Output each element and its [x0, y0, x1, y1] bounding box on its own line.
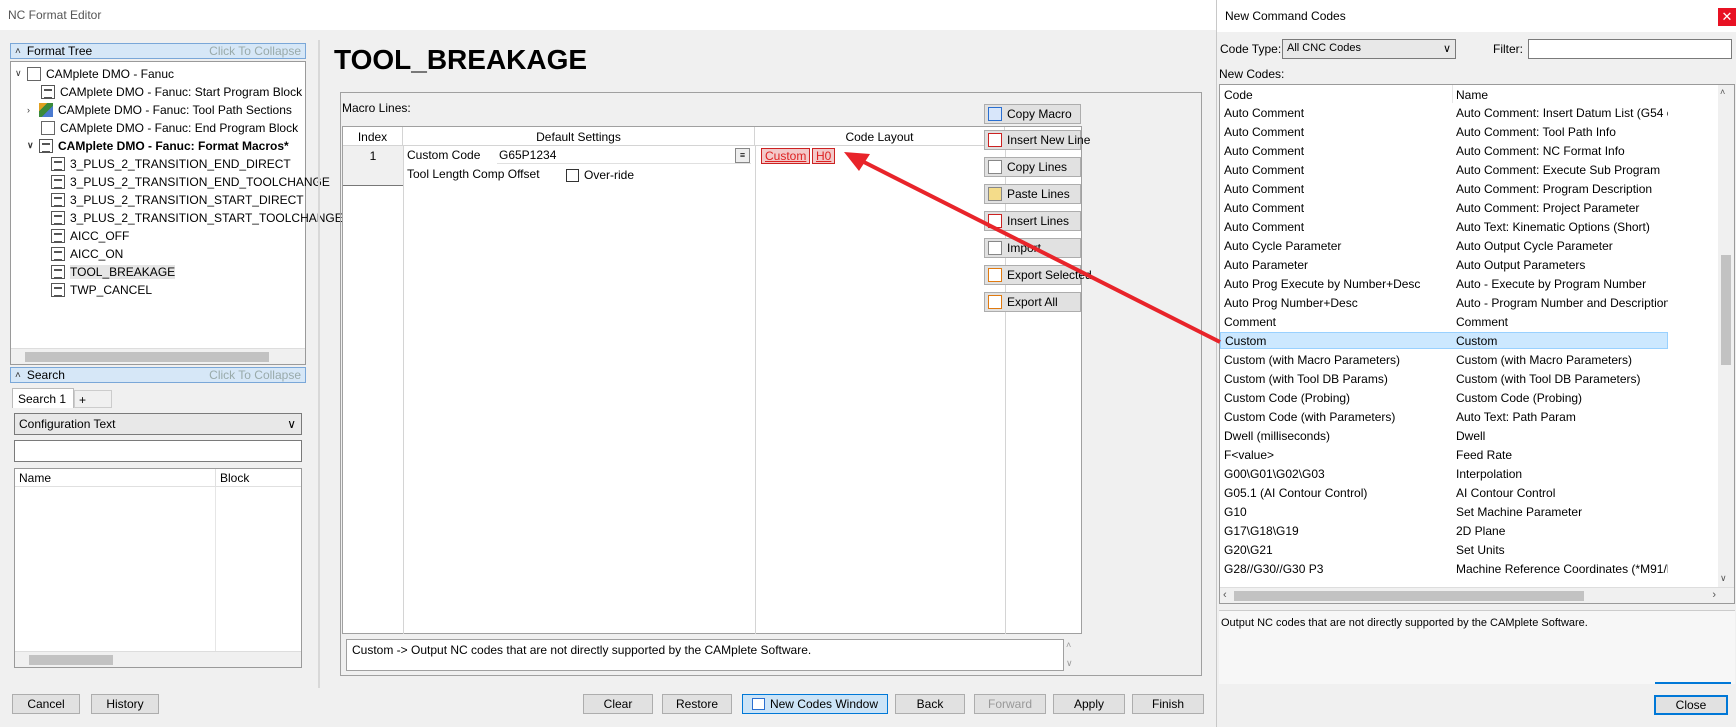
- annotation-arrow: [844, 152, 1221, 344]
- arrow-shaft: [851, 154, 1221, 344]
